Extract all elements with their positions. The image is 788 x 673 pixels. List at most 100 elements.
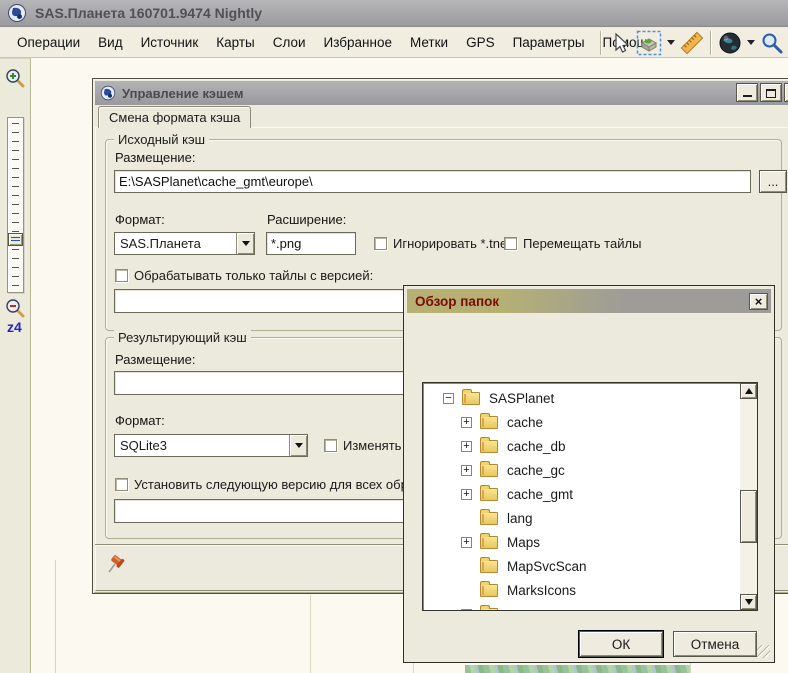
move-tiles-checkbox[interactable]: Перемещать тайлы (504, 236, 641, 251)
maximize-button[interactable] (760, 83, 782, 102)
browse-close-button[interactable]: × (749, 293, 768, 310)
menu-settings[interactable]: Параметры (504, 31, 594, 54)
map-tile-line (690, 662, 691, 673)
tree-item-cache-gmt[interactable]: + cache_gmt (423, 482, 740, 506)
tree-item-sasplanet[interactable]: − SASPlanet (423, 386, 740, 410)
folder-icon (480, 536, 498, 549)
tree-item-lang[interactable]: lang (423, 506, 740, 530)
tree-item-mapsvcscan[interactable]: MapSvcScan (423, 554, 740, 578)
checkbox-icon[interactable] (115, 478, 128, 491)
minimize-icon (743, 94, 752, 97)
expand-toggle[interactable]: + (461, 417, 472, 428)
zoom-slider[interactable] (7, 117, 24, 293)
app-titlebar[interactable]: SAS.Планета 160701.9474 Nightly (0, 0, 788, 27)
menu-gps[interactable]: GPS (457, 31, 504, 54)
checkbox-icon[interactable] (115, 269, 128, 282)
ruler-tool-button[interactable] (678, 29, 706, 56)
dialog-icon (100, 85, 116, 101)
cursor-icon (610, 32, 630, 54)
selection-tool-button[interactable] (634, 29, 664, 56)
menu-operations[interactable]: Операции (8, 31, 89, 54)
expand-toggle[interactable]: + (461, 441, 472, 452)
combo-dropdown-button[interactable] (289, 435, 307, 456)
toolbar-separator (710, 31, 712, 55)
search-button[interactable] (758, 29, 786, 56)
menubar: Операции Вид Источник Карты Слои Избранн… (0, 27, 788, 58)
menu-view[interactable]: Вид (89, 31, 131, 54)
tab-cache-format[interactable]: Смена формата кэша (98, 106, 251, 128)
zoom-in-button[interactable] (4, 67, 26, 92)
tree-item-cache-gc[interactable]: + cache_gc (423, 458, 740, 482)
expand-toggle[interactable]: + (461, 609, 472, 612)
menu-items: Операции Вид Источник Карты Слои Избранн… (8, 31, 664, 54)
folder-icon (480, 512, 498, 525)
minimize-button[interactable] (736, 83, 758, 102)
checkbox-icon[interactable] (504, 237, 517, 250)
app-icon (7, 3, 27, 23)
combo-dropdown-button[interactable] (236, 233, 254, 254)
source-location-input[interactable] (114, 170, 751, 193)
menu-favorites[interactable]: Избранное (315, 31, 401, 54)
cancel-button[interactable]: Отмена (673, 631, 757, 657)
tree-item-maps[interactable]: + Maps (423, 530, 740, 554)
arrow-down-icon (745, 599, 753, 605)
folder-icon (480, 560, 498, 573)
ok-button[interactable]: ОК (579, 631, 663, 657)
only-versioned-label: Обрабатывать только тайлы с версией: (134, 268, 373, 283)
menu-source[interactable]: Источник (132, 31, 208, 54)
only-versioned-checkbox[interactable]: Обрабатывать только тайлы с версией: (115, 268, 373, 283)
change-label: Изменять (343, 438, 401, 453)
ignore-tne-label: Игнорировать *.tne (393, 236, 507, 251)
close-button[interactable]: × (784, 83, 788, 102)
dest-group-legend: Результирующий кэш (114, 330, 251, 345)
folder-icon (480, 440, 498, 453)
tree-item-cache-db[interactable]: + cache_db (423, 434, 740, 458)
dest-format-combo[interactable]: SQLite3 (114, 434, 308, 457)
map-selection-icon (636, 30, 662, 56)
collapse-toggle[interactable]: − (443, 393, 454, 404)
cursor-tool-button[interactable] (606, 29, 634, 56)
expand-toggle[interactable]: + (461, 537, 472, 548)
checkbox-icon[interactable] (324, 439, 337, 452)
ignore-tne-checkbox[interactable]: Игнорировать *.tne (374, 236, 507, 251)
menu-marks[interactable]: Метки (401, 31, 457, 54)
extension-label: Расширение: (267, 212, 346, 227)
cache-dialog-titlebar[interactable]: Управление кэшем (95, 81, 788, 105)
close-icon: × (755, 294, 763, 309)
tree-scrollbar[interactable] (740, 383, 757, 610)
fullmap-dropdown[interactable] (747, 40, 755, 45)
browse-dialog-title: Обзор папок (415, 294, 499, 309)
map-terrain-preview (465, 665, 690, 673)
folder-icon (480, 608, 498, 612)
source-browse-button[interactable]: ... (759, 170, 787, 193)
extension-input[interactable] (266, 232, 356, 255)
fullmap-tool-button[interactable] (716, 29, 744, 56)
menu-maps[interactable]: Карты (207, 31, 263, 54)
folder-icon (480, 464, 498, 477)
scroll-down-button[interactable] (740, 594, 757, 610)
menu-layers[interactable]: Слои (264, 31, 315, 54)
resize-grip[interactable] (757, 645, 770, 658)
zoom-slider-ticks (12, 123, 19, 287)
expand-toggle[interactable]: + (461, 489, 472, 500)
folder-tree[interactable]: − SASPlanet + cache + cache_db + (422, 382, 758, 611)
tree-item-marksicons[interactable]: MarksIcons (423, 578, 740, 602)
ok-button-label: ОК (612, 637, 630, 652)
tree-item-cache[interactable]: + cache (423, 410, 740, 434)
scrollbar-thumb[interactable] (740, 490, 757, 543)
tree-item-clipped[interactable]: + (423, 602, 740, 611)
zoom-in-icon (4, 67, 26, 89)
dest-format-value: SQLite3 (115, 438, 289, 453)
scroll-up-button[interactable] (740, 383, 757, 399)
source-format-combo[interactable]: SAS.Планета (114, 232, 255, 255)
change-checkbox[interactable]: Изменять (324, 438, 401, 453)
expand-toggle[interactable]: + (461, 465, 472, 476)
checkbox-icon[interactable] (374, 237, 387, 250)
set-version-checkbox[interactable]: Установить следующую версию для всех обр (115, 477, 408, 492)
browse-dialog-titlebar[interactable]: Обзор папок (407, 289, 771, 313)
pin-button[interactable] (105, 551, 125, 578)
selection-tool-dropdown[interactable] (667, 40, 675, 45)
map-tile-line (55, 560, 56, 673)
zoom-slider-thumb[interactable] (8, 233, 23, 246)
zoom-sidebar: z4 (0, 58, 31, 673)
